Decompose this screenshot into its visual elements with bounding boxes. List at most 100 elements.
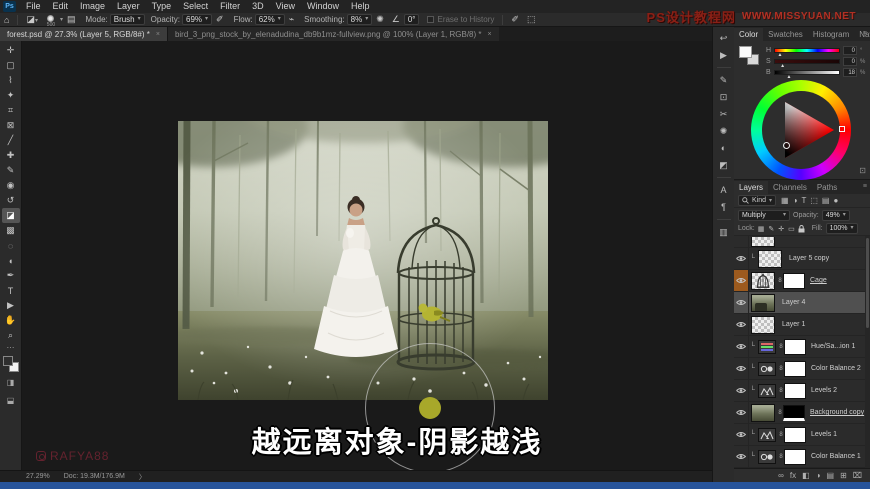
tab-channels[interactable]: Channels — [768, 181, 812, 194]
visibility-toggle[interactable] — [734, 424, 749, 445]
libraries-icon[interactable]: ▥ — [715, 225, 733, 239]
tool-lasso[interactable]: ⌇ — [2, 73, 20, 88]
blend-mode-select[interactable]: Multiply ▾ — [738, 209, 790, 221]
new-adjustment-layer-icon[interactable]: ◑ — [816, 471, 821, 480]
menu-edit[interactable]: Edit — [47, 0, 75, 13]
tool-clone-stamp[interactable]: ◉ — [2, 178, 20, 193]
layer-row[interactable]: └ 8 Hue/Sa...ion 1 — [734, 336, 870, 358]
filter-type-icon[interactable]: ● — [833, 196, 838, 205]
tool-rectangular-marquee[interactable]: ▢ — [2, 58, 20, 73]
filter-type-icon[interactable]: ◑ — [793, 196, 798, 205]
slider-value[interactable]: 0 — [843, 57, 857, 66]
status-chevron-icon[interactable]: 〉 — [139, 472, 146, 482]
new-layer-icon[interactable]: ⊞ — [840, 471, 847, 480]
airbrush-icon[interactable]: ⌁ — [285, 14, 298, 25]
clone-source-icon[interactable]: ⊡ — [715, 90, 733, 104]
tab-swatches[interactable]: Swatches — [763, 28, 808, 41]
layer-row[interactable]: 8 Cage — [734, 270, 870, 292]
tool-crop[interactable]: ⌗ — [2, 103, 20, 118]
lock-option-icon[interactable]: ▦ — [758, 225, 765, 233]
add-layer-mask-icon[interactable]: ◧ — [802, 471, 810, 480]
canvas-area[interactable]: 越远离对象-阴影越浅 RAFYA88 — [22, 41, 712, 470]
lock-option-icon[interactable]: ✛ — [778, 225, 784, 233]
hue-marker[interactable] — [839, 126, 845, 132]
layer-row[interactable]: └ 8 Color Balance 2 — [734, 358, 870, 380]
visibility-toggle[interactable] — [734, 380, 749, 401]
layer-effects-icon[interactable]: fx — [790, 471, 796, 480]
snapshot-icon[interactable]: ✂ — [715, 107, 733, 121]
filter-type-icon[interactable]: ▤ — [822, 196, 830, 205]
layer-opacity-select[interactable]: 49% ▾ — [821, 209, 850, 221]
layers-menu-icon[interactable]: ≡ — [863, 183, 867, 190]
actions-icon[interactable]: ▶ — [715, 48, 733, 62]
menu-window[interactable]: Window — [301, 0, 345, 13]
delete-layer-icon[interactable]: ⌧ — [853, 471, 862, 480]
color-marker[interactable] — [783, 142, 790, 149]
erase-to-history-checkbox[interactable] — [427, 16, 435, 23]
tab-histogram[interactable]: Histogram — [808, 28, 854, 41]
layer-row[interactable]: Layer 4 — [734, 292, 870, 314]
brush-settings-icon[interactable]: ✎ — [715, 73, 733, 87]
slider-marker[interactable]: ▲ — [780, 64, 785, 69]
tab-layers[interactable]: Layers — [734, 181, 769, 194]
document-tab[interactable]: forest.psd @ 27.3% (Layer 5, RGB/8#) * × — [0, 27, 167, 41]
filter-type-icon[interactable]: T — [801, 196, 806, 205]
tool-path-selection[interactable]: ▶ — [2, 298, 20, 313]
tool-dodge[interactable]: ◖ — [2, 253, 20, 268]
layer-row[interactable]: └ 8 Levels 1 — [734, 424, 870, 446]
filter-type-icon[interactable]: ⬚ — [810, 196, 818, 205]
opacity-select[interactable]: 69% ▾ — [182, 14, 213, 25]
link-layers-icon[interactable]: ∞ — [778, 471, 784, 480]
tab-color[interactable]: Color — [734, 28, 764, 41]
tool-pen[interactable]: ✒ — [2, 268, 20, 283]
color-swatches[interactable] — [739, 46, 761, 66]
menu-file[interactable]: File — [20, 0, 47, 13]
tool-type[interactable]: T — [2, 283, 20, 298]
filter-type-icon[interactable]: ▦ — [781, 196, 789, 205]
color-panel-corner-icon[interactable]: ⊡ — [859, 166, 866, 175]
tool-gradient[interactable]: ▩ — [2, 223, 20, 238]
menu-view[interactable]: View — [270, 0, 301, 13]
layer-row[interactable] — [734, 236, 870, 248]
tool-brush[interactable]: ✎ — [2, 163, 20, 178]
tool-spot-healing-brush[interactable]: ✚ — [2, 148, 20, 163]
tool-eraser[interactable]: ◪ — [1, 208, 20, 223]
foreground-background-colors[interactable] — [2, 356, 19, 372]
visibility-toggle[interactable] — [734, 292, 749, 313]
visibility-toggle[interactable] — [734, 314, 749, 335]
menu-image[interactable]: Image — [74, 0, 111, 13]
menu-filter[interactable]: Filter — [214, 0, 246, 13]
tool-hand[interactable]: ✋ — [2, 313, 20, 328]
layer-row[interactable]: └ 8 Color Balance 1 — [734, 446, 870, 468]
pressure-size-icon[interactable]: ✐ — [507, 14, 523, 25]
layer-row[interactable]: └ Layer 5 copy — [734, 248, 870, 270]
tool-screen-mode[interactable]: ⬓ — [2, 393, 20, 408]
tab-close-icon[interactable]: × — [488, 31, 492, 38]
visibility-toggle[interactable] — [734, 358, 749, 379]
lock-option-icon[interactable]: ▭ — [788, 225, 795, 233]
slider-marker[interactable]: ▲ — [787, 75, 792, 80]
menu-layer[interactable]: Layer — [111, 0, 146, 13]
layers-scrollbar[interactable] — [865, 236, 870, 468]
brush-preset-picker[interactable]: 500 — [42, 14, 60, 27]
adjustments-icon[interactable]: ◐ — [715, 141, 733, 155]
slider-marker[interactable]: ▲ — [778, 53, 783, 58]
visibility-toggle[interactable] — [734, 446, 749, 467]
tool-more-icon[interactable]: ⋯ — [7, 343, 15, 353]
new-group-icon[interactable]: ▤ — [827, 471, 835, 480]
history-icon[interactable]: ↩ — [715, 31, 733, 45]
fill-select[interactable]: 100% ▾ — [825, 223, 858, 234]
layer-row[interactable]: 8 Background copy — [734, 402, 870, 424]
tool-move[interactable]: ✛ — [2, 43, 20, 58]
document-tab[interactable]: bird_3_png_stock_by_elenadudina_db9b1mz-… — [166, 27, 499, 41]
tool-frame[interactable]: ⊠ — [2, 118, 20, 133]
lock-option-icon[interactable]: ✎ — [768, 225, 774, 233]
tool-eyedropper[interactable]: ╱ — [2, 133, 20, 148]
tool-blur[interactable]: ◌ — [2, 238, 20, 253]
smoothing-select[interactable]: 8% ▾ — [346, 14, 373, 25]
layer-row[interactable]: Layer 1 — [734, 314, 870, 336]
paragraph-icon[interactable]: ¶ — [715, 200, 733, 214]
slider-track-b[interactable]: ▲ — [774, 70, 840, 80]
menu-select[interactable]: Select — [177, 0, 214, 13]
visibility-toggle[interactable] — [734, 402, 749, 423]
